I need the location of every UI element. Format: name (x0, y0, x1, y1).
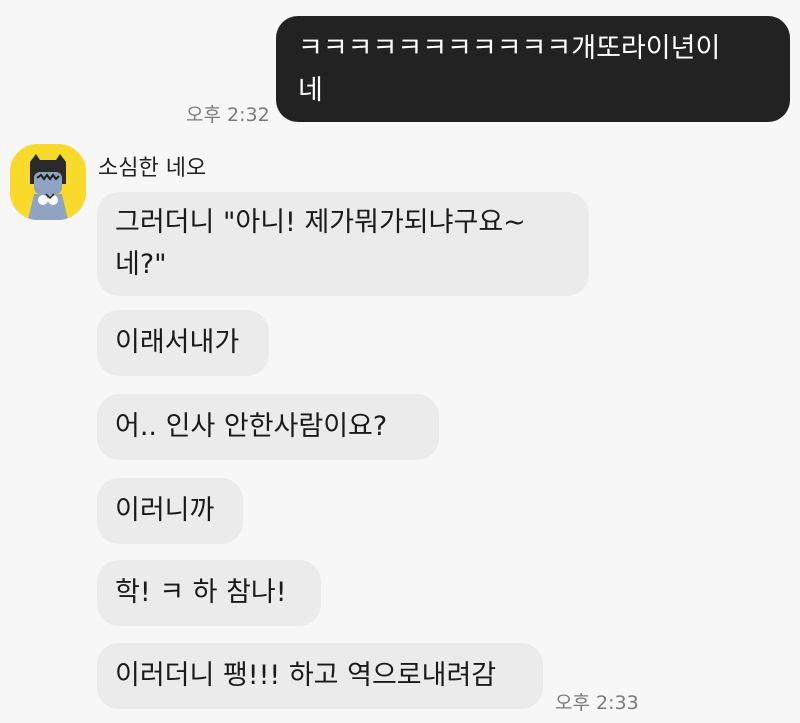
neo-character-avatar-icon (10, 144, 86, 220)
outgoing-message-bubble[interactable]: ㅋㅋㅋㅋㅋㅋㅋㅋㅋㅋㅋ개또라이년이 네 (276, 16, 790, 122)
contact-name: 소심한 네오 (98, 156, 207, 181)
incoming-timestamp: 오후 2:33 (555, 692, 639, 714)
incoming-message-bubble[interactable]: 그러더니 "아니! 제가뭐가되냐구요~ 네?" (97, 192, 589, 296)
incoming-message-bubble[interactable]: 이러니까 (97, 478, 243, 544)
incoming-message-bubble[interactable]: 이러더니 팽!!! 하고 역으로내려감 (97, 643, 543, 709)
outgoing-timestamp: 오후 2:32 (186, 104, 270, 126)
incoming-message-bubble[interactable]: 어.. 인사 안한사람이요? (97, 394, 439, 460)
incoming-message-bubble[interactable]: 학! ㅋ 하 참나! (97, 560, 321, 626)
contact-avatar[interactable] (10, 144, 86, 220)
incoming-message-bubble[interactable]: 이래서내가 (97, 310, 269, 376)
